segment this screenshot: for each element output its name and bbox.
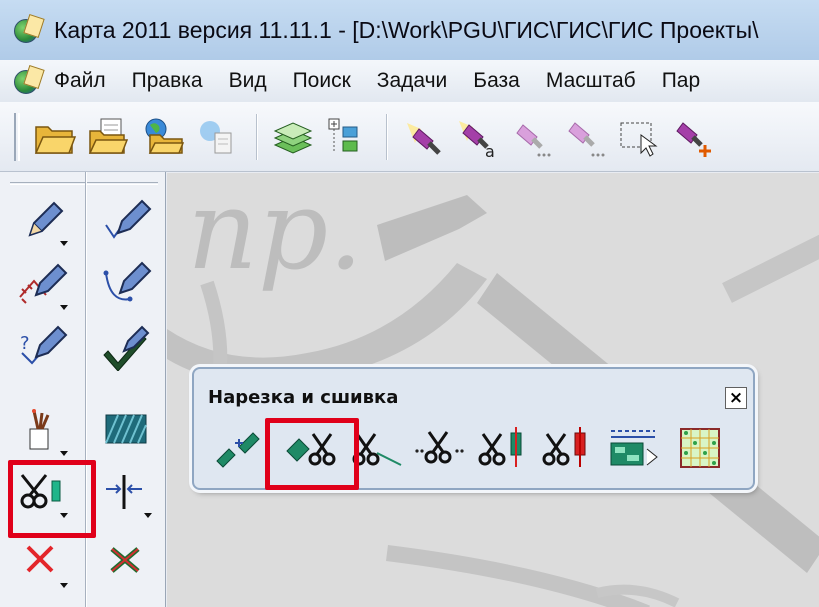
left-tool-panel: ? — [0, 172, 166, 607]
grid-cut-icon[interactable] — [668, 421, 732, 475]
open-list-icon[interactable] — [84, 110, 134, 164]
menu-view[interactable]: Вид — [229, 69, 267, 93]
cut-red-icon[interactable] — [536, 421, 600, 475]
open-map-icon[interactable] — [138, 110, 188, 164]
delete-points-icon[interactable] — [96, 534, 158, 590]
cut-layout-icon[interactable] — [602, 421, 666, 475]
tree-list-icon[interactable] — [322, 110, 372, 164]
title-bar: Карта 2011 версия 11.11.1 - [D:\Work\PGU… — [0, 0, 819, 60]
menu-scale[interactable]: Масштаб — [546, 69, 636, 93]
menu-bar: Файл Правка Вид Поиск Задачи База Масшта… — [0, 60, 819, 102]
create-spline-icon[interactable] — [96, 256, 158, 312]
select-frame-icon[interactable] — [614, 110, 664, 164]
window-title: Карта 2011 версия 11.11.1 - [D:\Work\PGU… — [54, 16, 759, 43]
copy-object-icon[interactable]: ? — [12, 318, 74, 374]
menu-parameters[interactable]: Пар — [662, 69, 700, 93]
select-add-icon[interactable] — [668, 110, 718, 164]
menu-database[interactable]: База — [473, 69, 520, 93]
fill-area-icon[interactable] — [96, 402, 158, 458]
create-line-icon[interactable] — [96, 192, 158, 248]
map-label: пр. — [187, 173, 363, 294]
select-more-icon[interactable] — [506, 110, 556, 164]
toolbar-separator — [256, 113, 258, 160]
menu-file[interactable]: Файл — [54, 69, 106, 93]
menu-tasks[interactable]: Задачи — [377, 69, 448, 93]
globe-map-icon[interactable] — [14, 14, 45, 44]
highlight-cut-stitch-tool — [8, 460, 96, 538]
toolbar-separator — [386, 113, 388, 160]
open-data-icon[interactable] — [192, 110, 242, 164]
select-text-letter: a — [485, 142, 495, 159]
select-object-icon[interactable] — [398, 110, 448, 164]
select-text-icon[interactable]: a — [452, 110, 502, 164]
paint-style-icon[interactable] — [12, 402, 74, 458]
cut-by-points-icon[interactable] — [408, 421, 472, 475]
floating-toolbar-title: Нарезка и сшивка — [208, 387, 399, 408]
edit-object-icon[interactable] — [12, 256, 74, 312]
menu-edit[interactable]: Правка — [132, 69, 203, 93]
cut-area-icon[interactable] — [472, 421, 536, 475]
open-folder-icon[interactable] — [30, 110, 80, 164]
svg-text:?: ? — [20, 333, 30, 354]
panel-grip[interactable] — [10, 182, 158, 185]
select-points-icon[interactable] — [560, 110, 610, 164]
highlight-cut-object-tool — [265, 418, 359, 490]
check-object-icon[interactable] — [96, 318, 158, 374]
delete-object-icon[interactable] — [12, 534, 74, 590]
layers-icon[interactable] — [268, 110, 318, 164]
panel-divider — [85, 172, 87, 607]
toolbar-grip[interactable] — [14, 112, 20, 161]
main-toolbar: a — [0, 102, 819, 172]
create-object-icon[interactable] — [12, 192, 74, 248]
globe-map-icon[interactable] — [14, 65, 45, 95]
menu-search[interactable]: Поиск — [293, 69, 351, 93]
close-button[interactable]: × — [725, 387, 747, 409]
split-line-icon[interactable] — [96, 464, 158, 520]
